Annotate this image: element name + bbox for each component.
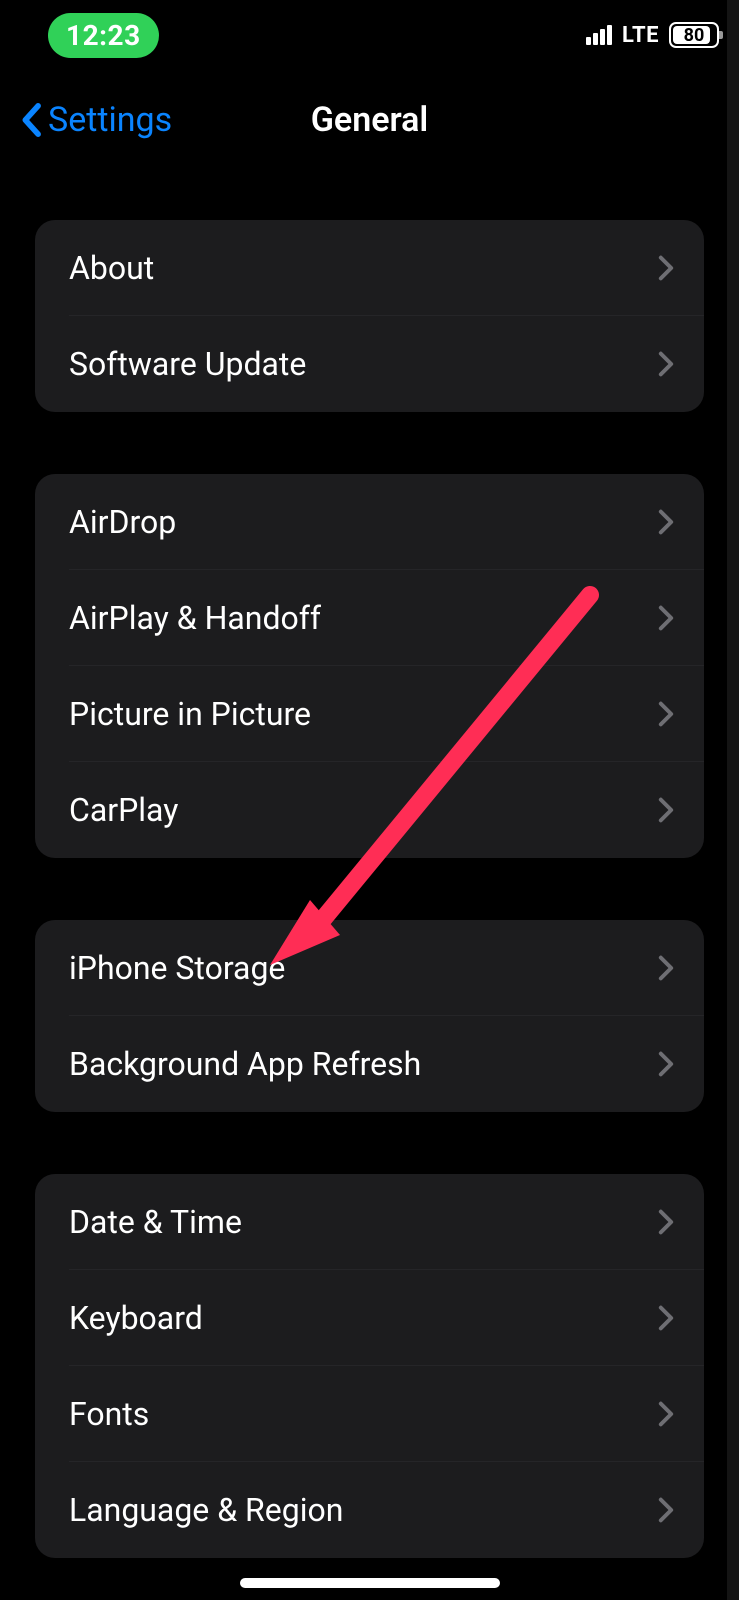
- status-time-pill[interactable]: 12:23: [48, 13, 159, 58]
- row-label: Fonts: [69, 1395, 149, 1433]
- row-carplay[interactable]: CarPlay: [35, 762, 704, 858]
- chevron-right-icon: [658, 1051, 674, 1077]
- row-label: iPhone Storage: [69, 949, 285, 987]
- row-label: AirDrop: [69, 503, 176, 541]
- row-about[interactable]: About: [35, 220, 704, 316]
- scroll-edge: [727, 0, 739, 1600]
- chevron-right-icon: [658, 797, 674, 823]
- settings-group: AirDrop AirPlay & Handoff Picture in Pictu…: [35, 474, 704, 858]
- chevron-left-icon: [20, 103, 42, 137]
- row-language-region[interactable]: Language & Region: [35, 1462, 704, 1558]
- network-type-label: LTE: [622, 23, 659, 48]
- row-label: CarPlay: [69, 791, 178, 829]
- chevron-right-icon: [658, 1305, 674, 1331]
- chevron-right-icon: [658, 255, 674, 281]
- row-keyboard[interactable]: Keyboard: [35, 1270, 704, 1366]
- home-indicator[interactable]: [240, 1578, 500, 1588]
- chevron-right-icon: [658, 1497, 674, 1523]
- row-label: AirPlay & Handoff: [69, 599, 321, 637]
- row-date-time[interactable]: Date & Time: [35, 1174, 704, 1270]
- chevron-right-icon: [658, 351, 674, 377]
- chevron-right-icon: [658, 955, 674, 981]
- settings-group: About Software Update: [35, 220, 704, 412]
- chevron-right-icon: [658, 701, 674, 727]
- settings-list[interactable]: About Software Update AirDrop AirPlay & Han…: [35, 220, 704, 1600]
- settings-group: iPhone Storage Background App Refresh: [35, 920, 704, 1112]
- row-background-app-refresh[interactable]: Background App Refresh: [35, 1016, 704, 1112]
- battery-icon: 80: [669, 22, 719, 48]
- row-label: Keyboard: [69, 1299, 203, 1337]
- row-picture-in-picture[interactable]: Picture in Picture: [35, 666, 704, 762]
- row-label: About: [69, 249, 154, 287]
- row-software-update[interactable]: Software Update: [35, 316, 704, 412]
- battery-percent: 80: [671, 24, 717, 46]
- status-bar: 12:23 LTE 80: [0, 0, 739, 70]
- status-right: LTE 80: [586, 22, 719, 48]
- row-label: Background App Refresh: [69, 1045, 421, 1083]
- row-airplay-handoff[interactable]: AirPlay & Handoff: [35, 570, 704, 666]
- settings-group: Date & Time Keyboard Fonts Language & Regio…: [35, 1174, 704, 1558]
- chevron-right-icon: [658, 605, 674, 631]
- row-airdrop[interactable]: AirDrop: [35, 474, 704, 570]
- cellular-signal-icon: [586, 25, 612, 45]
- back-label: Settings: [48, 100, 172, 140]
- chevron-right-icon: [658, 1209, 674, 1235]
- row-label: Language & Region: [69, 1491, 343, 1529]
- back-button[interactable]: Settings: [0, 100, 172, 140]
- chevron-right-icon: [658, 509, 674, 535]
- chevron-right-icon: [658, 1401, 674, 1427]
- navigation-bar: Settings General: [0, 90, 739, 150]
- row-label: Picture in Picture: [69, 695, 311, 733]
- row-label: Date & Time: [69, 1203, 242, 1241]
- row-label: Software Update: [69, 345, 306, 383]
- status-time: 12:23: [66, 19, 141, 52]
- row-iphone-storage[interactable]: iPhone Storage: [35, 920, 704, 1016]
- row-fonts[interactable]: Fonts: [35, 1366, 704, 1462]
